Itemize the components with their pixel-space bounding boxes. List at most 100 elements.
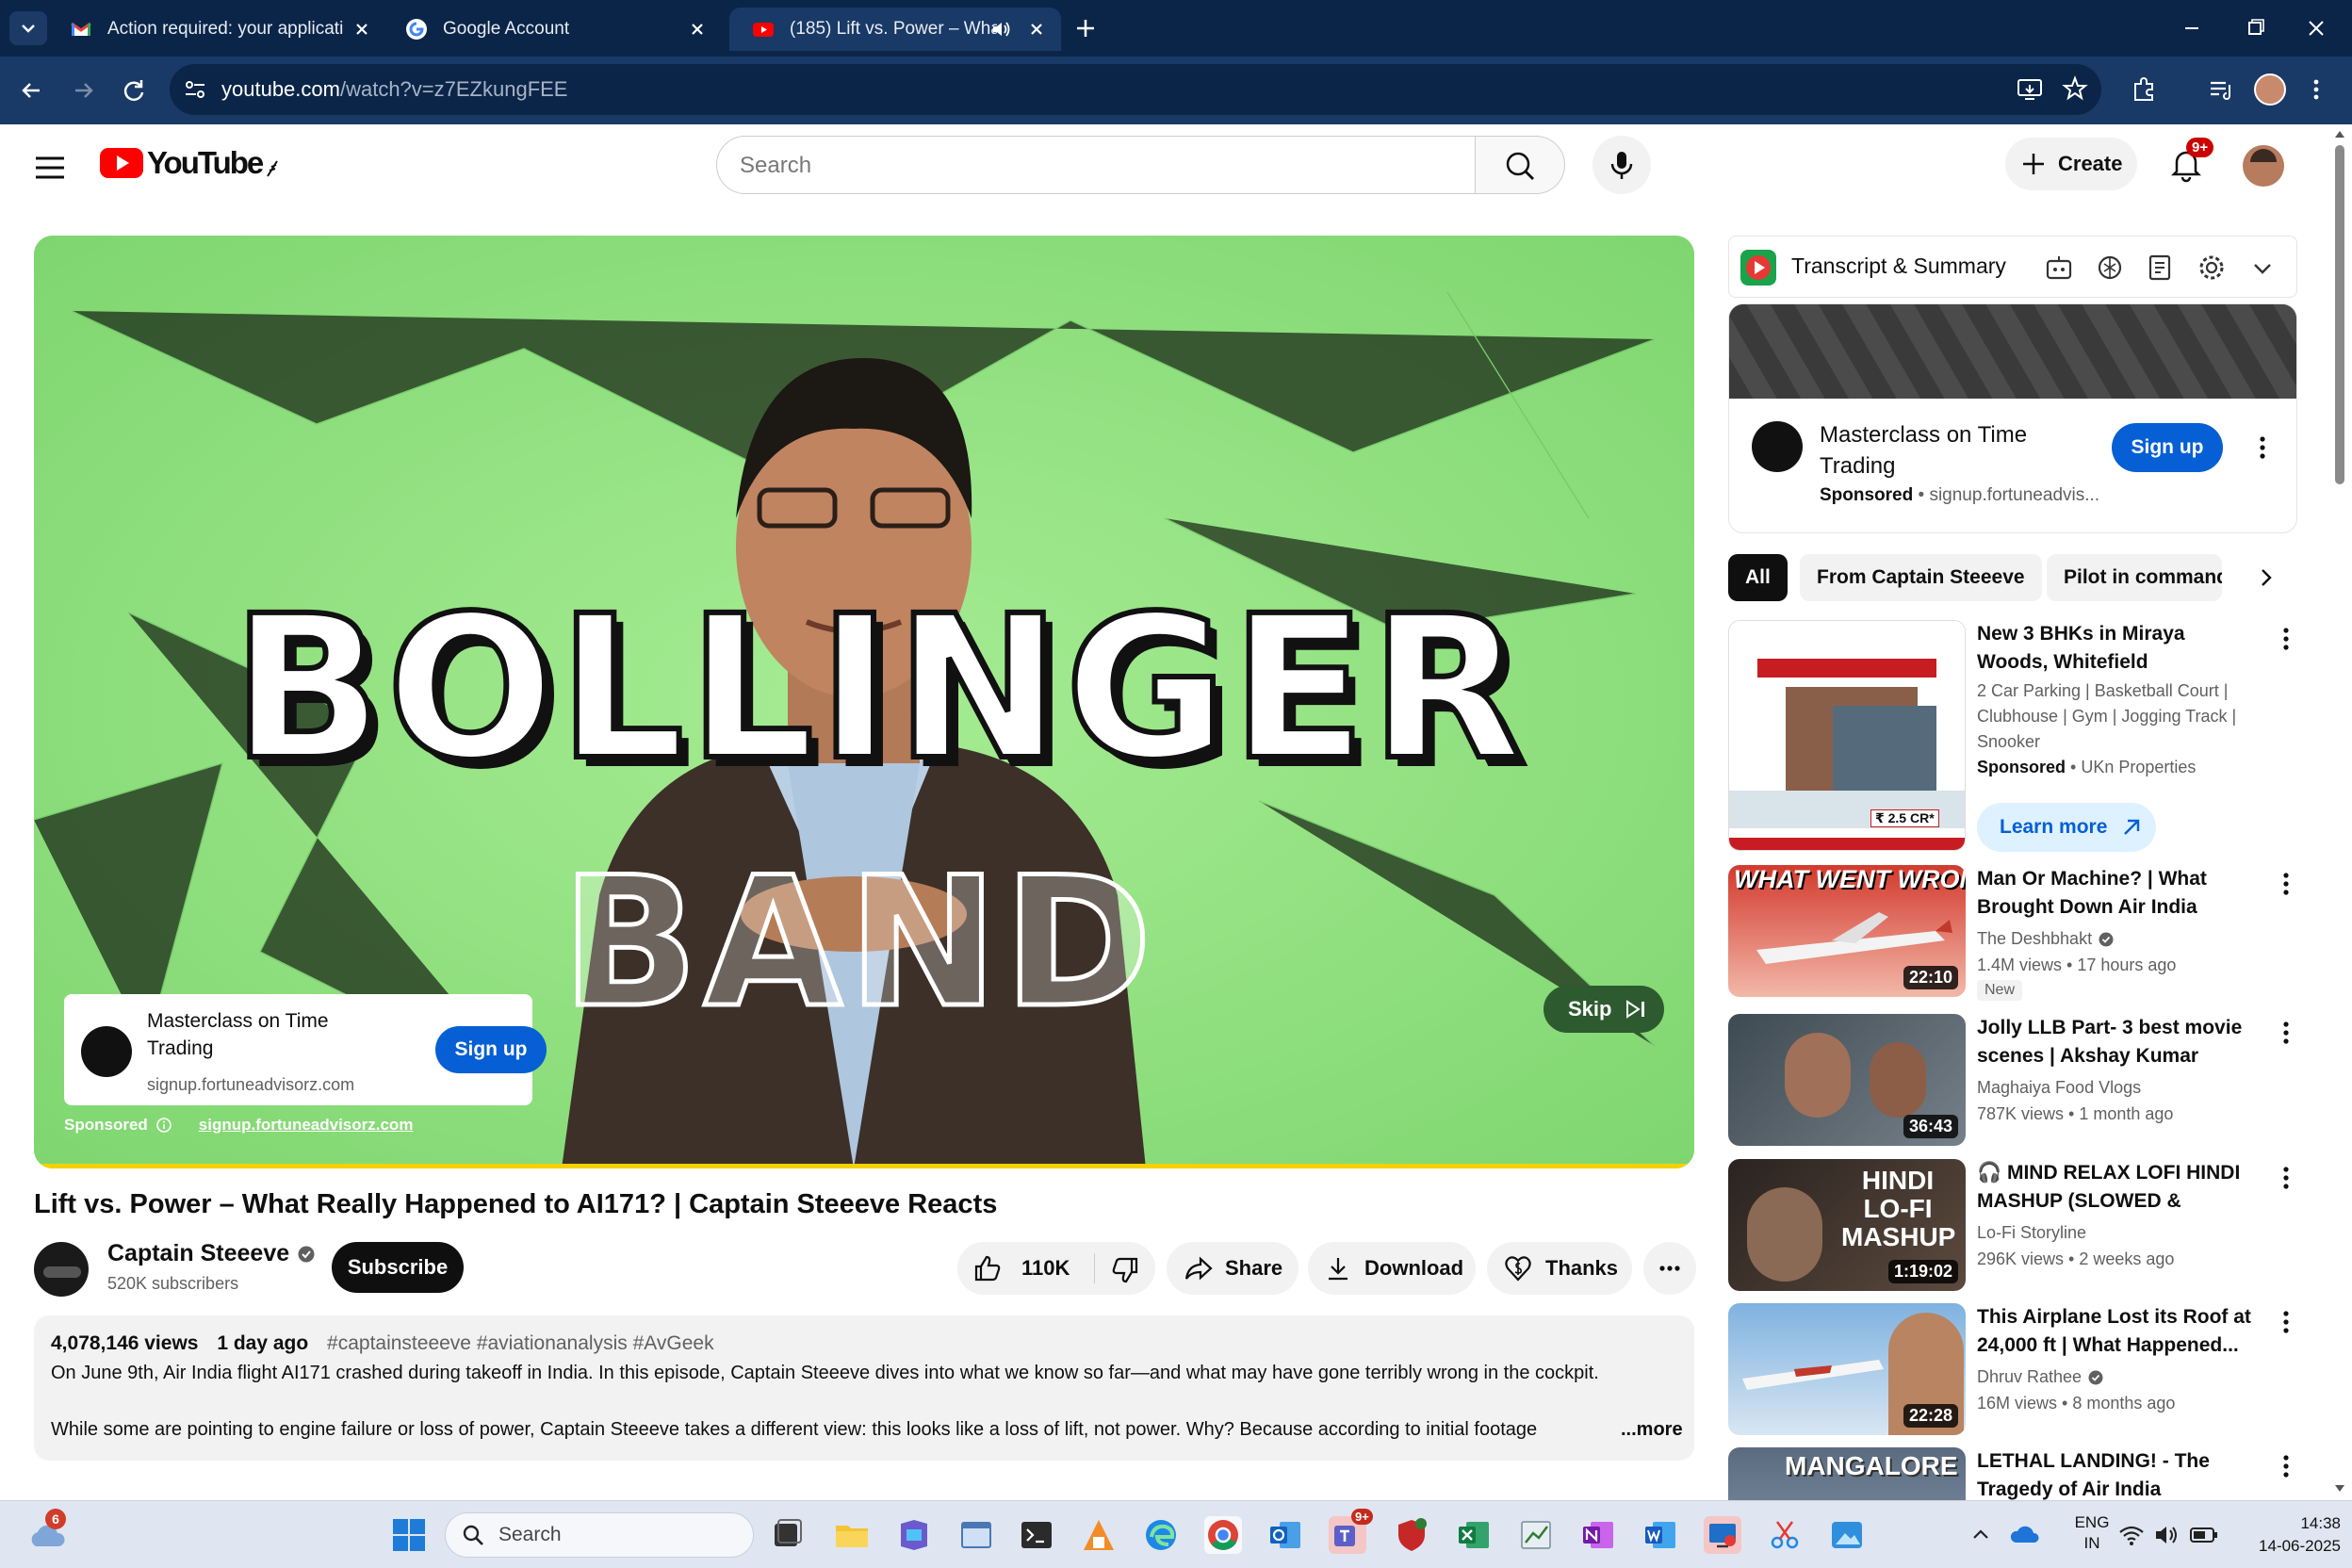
teams-icon[interactable]: 9+ bbox=[1329, 1509, 1373, 1554]
account-avatar[interactable] bbox=[2243, 145, 2284, 187]
create-button[interactable]: Create bbox=[2005, 138, 2137, 190]
tab-gmail[interactable]: Action required: your applicatio bbox=[47, 8, 386, 51]
recommendation-item[interactable]: 22:28 This Airplane Lost its Roof at 24,… bbox=[1728, 1303, 2312, 1443]
sponsor-signup-button[interactable]: Sign up bbox=[2112, 423, 2223, 472]
video-menu-icon[interactable] bbox=[2275, 1020, 2297, 1046]
youtube-logo[interactable]: YouTube bbox=[100, 145, 279, 181]
info-icon[interactable] bbox=[155, 1117, 172, 1134]
channel-avatar[interactable] bbox=[34, 1242, 89, 1297]
media-controls-icon[interactable] bbox=[2207, 75, 2235, 104]
description-box[interactable]: 4,078,146 views 1 day ago #captainsteeev… bbox=[34, 1315, 1694, 1461]
recommendation-item[interactable]: MANGALORE LETHAL LANDING! - The Tragedy … bbox=[1728, 1447, 2312, 1500]
install-app-icon[interactable] bbox=[2017, 77, 2043, 102]
onenote-icon[interactable] bbox=[1579, 1516, 1617, 1554]
onedrive-icon[interactable] bbox=[2009, 1522, 2041, 1546]
back-button[interactable] bbox=[13, 72, 51, 109]
more-actions-button[interactable] bbox=[1643, 1242, 1696, 1295]
volume-icon[interactable] bbox=[2154, 1524, 2180, 1546]
remote-desktop-icon[interactable] bbox=[1704, 1516, 1741, 1554]
skip-ad-button[interactable]: Skip bbox=[1544, 986, 1664, 1033]
security-app-icon[interactable] bbox=[1393, 1516, 1430, 1554]
search-button[interactable] bbox=[1476, 136, 1565, 194]
chart-app-icon[interactable] bbox=[1517, 1516, 1555, 1554]
wifi-icon[interactable] bbox=[2118, 1524, 2145, 1546]
close-tab-icon[interactable] bbox=[688, 20, 707, 39]
photos-icon[interactable] bbox=[1828, 1516, 1866, 1554]
show-hidden-icons-chevron-up-icon[interactable] bbox=[1969, 1524, 1992, 1546]
search-input[interactable]: Search bbox=[716, 136, 1476, 194]
hamburger-menu-icon[interactable] bbox=[32, 149, 70, 187]
forward-button[interactable] bbox=[64, 72, 102, 109]
like-button[interactable]: 110K bbox=[957, 1242, 1089, 1295]
transcript-summary-extension[interactable]: Transcript & Summary bbox=[1728, 236, 2297, 298]
battery-icon[interactable] bbox=[2190, 1526, 2218, 1544]
ad-menu-icon[interactable] bbox=[2275, 626, 2297, 652]
extensions-icon[interactable] bbox=[2130, 75, 2158, 104]
reload-button[interactable] bbox=[115, 72, 153, 109]
word-icon[interactable] bbox=[1642, 1516, 1679, 1554]
weather-widget[interactable]: 6 bbox=[26, 1509, 68, 1552]
close-window-button[interactable] bbox=[2297, 13, 2335, 43]
voice-search-button[interactable] bbox=[1592, 136, 1651, 194]
video-player[interactable]: BOLLINGER BAND Masterclass on Time Tradi… bbox=[34, 236, 1694, 1168]
close-tab-icon[interactable] bbox=[352, 20, 371, 39]
address-bar[interactable]: youtube.com/watch?v=z7EZkungFEE bbox=[170, 64, 2101, 115]
edge-browser-icon[interactable] bbox=[1142, 1516, 1180, 1554]
profile-avatar[interactable] bbox=[2254, 74, 2286, 106]
scroll-down-arrow-icon[interactable] bbox=[2333, 1483, 2346, 1494]
chip-pilot-in-command[interactable]: Pilot in command bbox=[2047, 554, 2222, 601]
language-indicator[interactable]: ENG IN bbox=[2064, 1512, 2120, 1554]
hashtags[interactable]: #captainsteeeve #aviationanalysis #AvGee… bbox=[327, 1332, 714, 1354]
bot-icon[interactable] bbox=[2044, 253, 2074, 283]
ad-progress-bar[interactable] bbox=[34, 1164, 1694, 1168]
site-info-icon[interactable] bbox=[183, 78, 207, 101]
maximize-button[interactable] bbox=[2235, 13, 2273, 43]
m365-icon[interactable] bbox=[895, 1516, 933, 1554]
sidebar-ad-item[interactable]: ₹ 2.5 CR* New 3 BHKs in Miraya Woods, Wh… bbox=[1728, 620, 2312, 856]
recommendation-item[interactable]: WHAT WENT WRONG? 22:10 Man Or Machine? |… bbox=[1728, 865, 2312, 1004]
sponsor-menu-icon[interactable] bbox=[2251, 433, 2274, 463]
scroll-up-arrow-icon[interactable] bbox=[2333, 128, 2346, 139]
chrome-browser-icon[interactable] bbox=[1204, 1516, 1242, 1554]
tab-list-button[interactable] bbox=[9, 11, 47, 45]
notifications-button[interactable]: 9+ bbox=[2165, 138, 2214, 185]
openai-icon[interactable] bbox=[2095, 253, 2125, 283]
thanks-button[interactable]: Thanks bbox=[1487, 1242, 1632, 1295]
chevron-down-icon[interactable] bbox=[2249, 255, 2276, 282]
bookmark-star-icon[interactable] bbox=[2062, 75, 2088, 102]
office-app-icon[interactable] bbox=[1080, 1516, 1118, 1554]
download-button[interactable]: Download bbox=[1308, 1242, 1476, 1295]
window-app-icon[interactable] bbox=[957, 1516, 995, 1554]
recommendation-item[interactable]: 36:43 Jolly LLB Part- 3 best movie scene… bbox=[1728, 1014, 2312, 1153]
clock[interactable]: 14:38 14-06-2025 bbox=[2235, 1512, 2341, 1558]
sponsored-link[interactable]: signup.fortuneadvisorz.com bbox=[199, 1116, 414, 1135]
page-scrollbar[interactable] bbox=[2328, 124, 2352, 1500]
subscribe-button[interactable]: Subscribe bbox=[332, 1242, 464, 1293]
chip-all[interactable]: All bbox=[1728, 554, 1788, 601]
video-menu-icon[interactable] bbox=[2275, 1165, 2297, 1191]
tab-google-account[interactable]: Google Account bbox=[383, 8, 722, 51]
excel-icon[interactable] bbox=[1455, 1516, 1493, 1554]
terminal-icon[interactable] bbox=[1018, 1516, 1055, 1554]
scrollbar-thumb[interactable] bbox=[2335, 145, 2344, 484]
recommendation-item[interactable]: HINDI LO-FI MASHUP 1:19:02 🎧 MIND RELAX … bbox=[1728, 1159, 2312, 1298]
task-view-icon[interactable] bbox=[769, 1516, 807, 1554]
video-menu-icon[interactable] bbox=[2275, 871, 2297, 897]
sidebar-sponsor-card[interactable]: Masterclass on Time Trading Sponsored • … bbox=[1728, 303, 2297, 533]
outlook-icon[interactable] bbox=[1266, 1516, 1304, 1554]
close-tab-icon[interactable] bbox=[1027, 20, 1046, 39]
snipping-tool-icon[interactable] bbox=[1766, 1516, 1804, 1554]
share-button[interactable]: Share bbox=[1167, 1242, 1298, 1295]
document-list-icon[interactable] bbox=[2146, 253, 2176, 283]
settings-gear-icon[interactable] bbox=[2197, 253, 2227, 283]
show-more-link[interactable]: ...more bbox=[1613, 1419, 1683, 1441]
taskbar-search[interactable]: Search bbox=[445, 1512, 754, 1558]
chevron-right-icon[interactable] bbox=[2252, 564, 2280, 592]
learn-more-button[interactable]: Learn more bbox=[1977, 803, 2156, 852]
file-explorer-icon[interactable] bbox=[833, 1516, 871, 1554]
tab-youtube[interactable]: (185) Lift vs. Power – What I bbox=[729, 8, 1061, 51]
browser-menu-icon[interactable] bbox=[2307, 75, 2326, 104]
chip-from-channel[interactable]: From Captain Steeeve bbox=[1800, 554, 2042, 601]
video-menu-icon[interactable] bbox=[2275, 1453, 2297, 1479]
dislike-button[interactable] bbox=[1099, 1242, 1155, 1295]
